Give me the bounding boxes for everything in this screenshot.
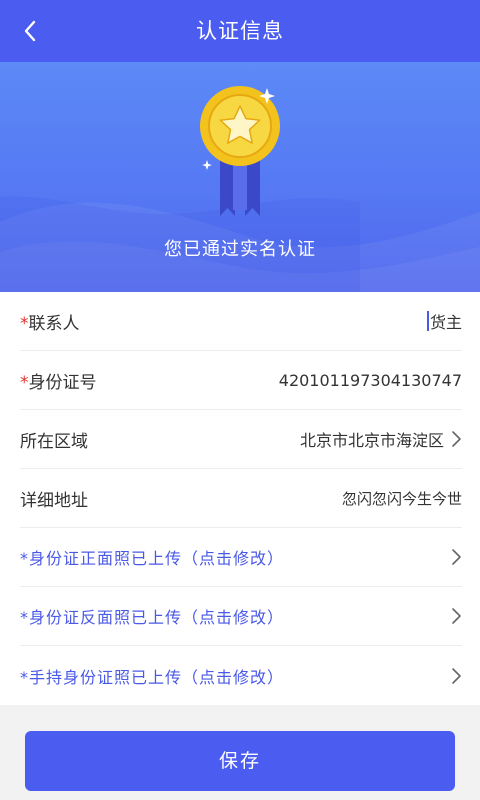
id-back-upload-row[interactable]: *身份证反面照已上传（点击修改）: [20, 587, 462, 646]
id-front-upload-row[interactable]: *身份证正面照已上传（点击修改）: [20, 528, 462, 587]
address-label: 详细地址: [20, 490, 88, 511]
required-mark: *: [20, 313, 29, 334]
address-value[interactable]: 忽闪忽闪今生今世: [342, 488, 462, 509]
required-mark: *: [20, 372, 29, 393]
chevron-right-icon: [452, 608, 461, 624]
footer-bar: 保存: [0, 705, 480, 800]
info-form: *联系人 货主 *身份证号 420101197304130747 所在区域 北京…: [0, 292, 480, 705]
id-handheld-upload-label: *手持身份证照已上传（点击修改）: [20, 667, 285, 687]
chevron-right-icon: [452, 549, 461, 565]
contact-value: 货主: [429, 313, 462, 332]
top-nav-bar: 认证信息: [0, 0, 480, 62]
contact-label: *联系人: [20, 313, 80, 334]
page-title: 认证信息: [196, 19, 284, 43]
id-number-label: *身份证号: [20, 372, 97, 393]
save-button[interactable]: 保存: [25, 731, 455, 791]
text-cursor: [426, 311, 429, 331]
region-value: 北京市北京市海淀区: [299, 431, 444, 450]
id-back-upload-label: *身份证反面照已上传（点击修改）: [20, 608, 285, 627]
verification-status-text: 您已通过实名认证: [164, 239, 316, 260]
contact-row[interactable]: *联系人 货主: [20, 292, 462, 351]
contact-input[interactable]: 货主: [426, 309, 462, 333]
region-label: 所在区域: [20, 431, 88, 452]
id-number-value[interactable]: 420101197304130747: [279, 371, 462, 390]
region-value-wrap: 北京市北京市海淀区: [300, 427, 462, 451]
id-handheld-upload-row[interactable]: *手持身份证照已上传（点击修改）: [20, 646, 462, 705]
address-row[interactable]: 详细地址 忽闪忽闪今生今世: [20, 469, 462, 528]
id-number-row[interactable]: *身份证号 420101197304130747: [20, 351, 462, 410]
id-front-upload-label: *身份证正面照已上传（点击修改）: [20, 549, 285, 568]
region-row[interactable]: 所在区域 北京市北京市海淀区: [20, 410, 462, 469]
medal-star-icon: [200, 86, 280, 216]
verification-banner: 您已通过实名认证: [0, 62, 480, 292]
chevron-right-icon: [452, 667, 461, 684]
chevron-right-icon: [452, 431, 461, 447]
